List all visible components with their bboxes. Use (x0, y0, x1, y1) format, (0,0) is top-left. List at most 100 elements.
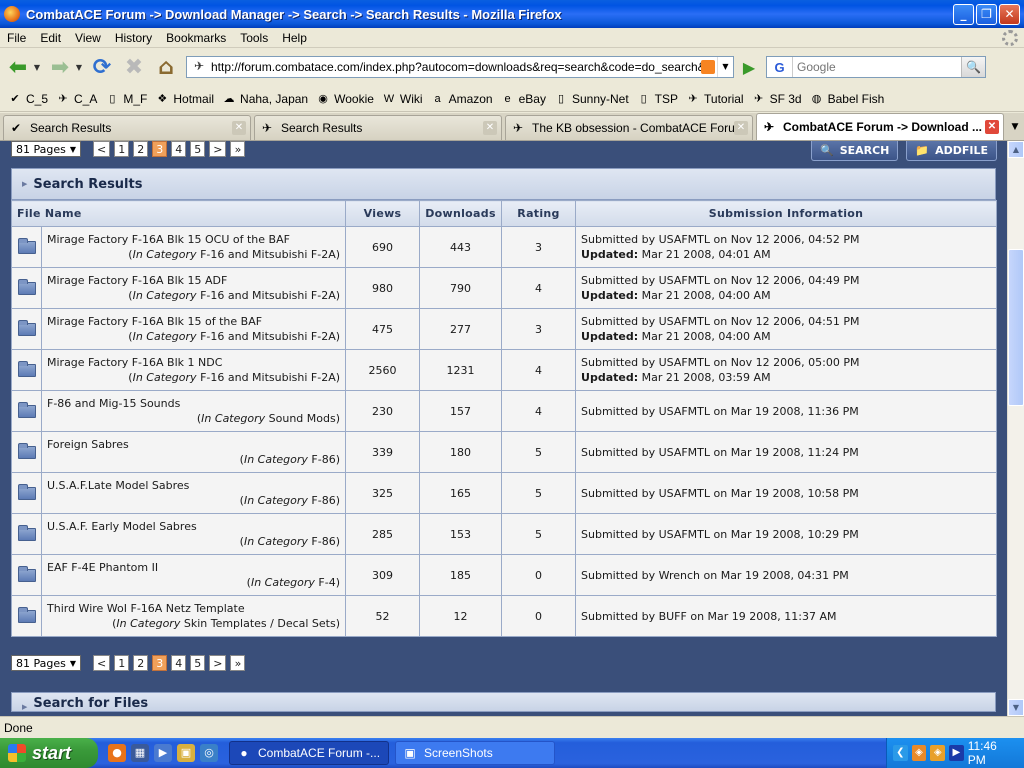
category-link[interactable]: Skin Templates / Decal Sets) (184, 617, 340, 630)
prev-page-button[interactable]: < (93, 655, 111, 671)
next-page-button[interactable]: > (209, 141, 227, 157)
menu-edit[interactable]: Edit (33, 31, 68, 45)
tray-app-icon[interactable]: ◈ (930, 745, 946, 761)
stop-button[interactable]: ✖ (120, 53, 148, 81)
bookmark-tutorial[interactable]: ✈ Tutorial (686, 92, 743, 106)
page-link-1[interactable]: 1 (114, 655, 130, 671)
back-history-dropdown[interactable]: ▼ (32, 63, 42, 72)
page-link-2[interactable]: 2 (133, 655, 149, 671)
menu-help[interactable]: Help (275, 31, 314, 45)
category-link[interactable]: F-86) (311, 494, 340, 507)
search-go-icon[interactable]: 🔍 (961, 57, 985, 77)
scrollbar-thumb[interactable] (1008, 249, 1024, 406)
file-name-link[interactable]: Mirage Factory F-16A Blk 15 ADF (47, 273, 340, 288)
search-button[interactable]: 🔍 SEARCH (810, 141, 899, 161)
pages-dropdown[interactable]: 81 Pages ▼ (11, 141, 82, 157)
bookmark-wiki[interactable]: W Wiki (382, 92, 423, 106)
tab-close-icon[interactable]: ✕ (483, 121, 497, 135)
bookmark-c5[interactable]: ✔ C_5 (8, 92, 48, 106)
file-name-link[interactable]: Foreign Sabres (47, 437, 340, 452)
bookmark-sunny-net[interactable]: ▯ Sunny-Net (554, 92, 629, 106)
url-bar[interactable]: ✈ http://forum.combatace.com/index.php?a… (186, 56, 734, 78)
media-quicklaunch-icon[interactable]: ▦ (131, 744, 149, 762)
tray-back-icon[interactable]: ❮ (893, 745, 908, 761)
search-input[interactable] (793, 60, 961, 74)
category-link[interactable]: F-86) (311, 535, 340, 548)
page-link-4[interactable]: 4 (171, 141, 187, 157)
file-name-link[interactable]: F-86 and Mig-15 Sounds (47, 396, 340, 411)
category-link[interactable]: F-16 and Mitsubishi F-2A) (200, 330, 340, 343)
file-name-link[interactable]: U.S.A.F.Late Model Sabres (47, 478, 340, 493)
file-name-link[interactable]: Mirage Factory F-16A Blk 1 NDC (47, 355, 340, 370)
tab-close-icon[interactable]: ✕ (985, 120, 999, 134)
home-button[interactable]: ⌂ (152, 53, 180, 81)
bookmark-babel-fish[interactable]: ◍ Babel Fish (810, 92, 885, 106)
taskbar-item-screenshots[interactable]: ▣ ScreenShots (395, 741, 555, 765)
tab-close-icon[interactable]: ✕ (232, 121, 246, 135)
bookmark-amazon[interactable]: a Amazon (431, 92, 493, 106)
bookmark-naha-japan[interactable]: ☁ Naha, Japan (222, 92, 309, 106)
app-quicklaunch-icon[interactable]: ◎ (200, 744, 218, 762)
scroll-up-icon[interactable]: ▲ (1008, 141, 1024, 158)
bookmark-mf[interactable]: ▯ M_F (105, 92, 147, 106)
rss-feed-icon[interactable] (701, 60, 715, 74)
back-button[interactable]: ⬅ (4, 53, 32, 81)
category-link[interactable]: F-4) (318, 576, 340, 589)
bookmark-hotmail[interactable]: ❖ Hotmail (155, 92, 214, 106)
minimize-button[interactable]: _ (953, 3, 974, 25)
vertical-scrollbar[interactable]: ▲ ▼ (1007, 141, 1024, 716)
last-page-button[interactable]: » (230, 141, 246, 157)
player-quicklaunch-icon[interactable]: ▶ (154, 744, 172, 762)
search-for-files-panel[interactable]: ▶ Search for Files (11, 692, 996, 712)
firefox-quicklaunch-icon[interactable]: ● (108, 744, 126, 762)
tab-download-manager[interactable]: ✈ CombatACE Forum -> Download ... ✕ (756, 113, 1004, 140)
last-page-button[interactable]: » (230, 655, 246, 671)
taskbar-item-firefox[interactable]: ● CombatACE Forum -... (229, 741, 389, 765)
pages-dropdown[interactable]: 81 Pages ▼ (11, 655, 82, 671)
col-rating[interactable]: Rating (501, 200, 577, 227)
page-link-5[interactable]: 5 (190, 141, 206, 157)
file-name-link[interactable]: Mirage Factory F-16A Blk 15 of the BAF (47, 314, 340, 329)
bookmark-ebay[interactable]: e eBay (501, 92, 546, 106)
next-page-button[interactable]: > (209, 655, 227, 671)
menu-bookmarks[interactable]: Bookmarks (159, 31, 233, 45)
tray-app-icon[interactable]: ◈ (911, 745, 927, 761)
col-downloads[interactable]: Downloads (419, 200, 503, 227)
prev-page-button[interactable]: < (93, 141, 111, 157)
tab-kb-obsession[interactable]: ✈ The KB obsession - CombatACE Forum ✕ (505, 115, 753, 140)
forward-button[interactable]: ➡ (46, 53, 74, 81)
col-file-name[interactable]: File Name (10, 200, 347, 227)
page-link-2[interactable]: 2 (133, 141, 149, 157)
scroll-down-icon[interactable]: ▼ (1008, 699, 1024, 716)
file-name-link[interactable]: U.S.A.F. Early Model Sabres (47, 519, 340, 534)
bookmark-sf-3d[interactable]: ✈ SF 3d (752, 92, 802, 106)
page-link-1[interactable]: 1 (114, 141, 130, 157)
category-link[interactable]: F-16 and Mitsubishi F-2A) (200, 289, 340, 302)
category-link[interactable]: F-86) (311, 453, 340, 466)
category-link[interactable]: F-16 and Mitsubishi F-2A) (200, 248, 340, 261)
search-engine-icon[interactable]: G (767, 57, 793, 77)
bookmark-tsp[interactable]: ▯ TSP (637, 92, 678, 106)
menu-file[interactable]: File (0, 31, 33, 45)
tab-list-dropdown[interactable]: ▼ (1006, 115, 1024, 140)
go-button[interactable]: ▶ (738, 56, 760, 78)
file-name-link[interactable]: Mirage Factory F-16A Blk 15 OCU of the B… (47, 232, 340, 247)
folder-quicklaunch-icon[interactable]: ▣ (177, 744, 195, 762)
start-button[interactable]: start (0, 738, 98, 768)
page-link-3-current[interactable]: 3 (152, 141, 168, 157)
tab-search-results-1[interactable]: ✔ Search Results ✕ (3, 115, 251, 140)
category-link[interactable]: F-16 and Mitsubishi F-2A) (200, 371, 340, 384)
tab-search-results-2[interactable]: ✈ Search Results ✕ (254, 115, 502, 140)
page-link-5[interactable]: 5 (190, 655, 206, 671)
close-button[interactable]: ✕ (999, 3, 1020, 25)
menu-view[interactable]: View (68, 31, 108, 45)
bookmark-wookie[interactable]: ◉ Wookie (316, 92, 374, 106)
category-link[interactable]: Sound Mods) (269, 412, 340, 425)
file-name-link[interactable]: Third Wire WoI F-16A Netz Template (47, 601, 340, 616)
menu-tools[interactable]: Tools (233, 31, 275, 45)
page-link-3-current[interactable]: 3 (152, 655, 168, 671)
tray-media-icon[interactable]: ▶ (949, 745, 964, 761)
reload-button[interactable]: ⟳ (88, 53, 116, 81)
page-link-4[interactable]: 4 (171, 655, 187, 671)
url-text[interactable]: http://forum.combatace.com/index.php?aut… (211, 60, 701, 74)
